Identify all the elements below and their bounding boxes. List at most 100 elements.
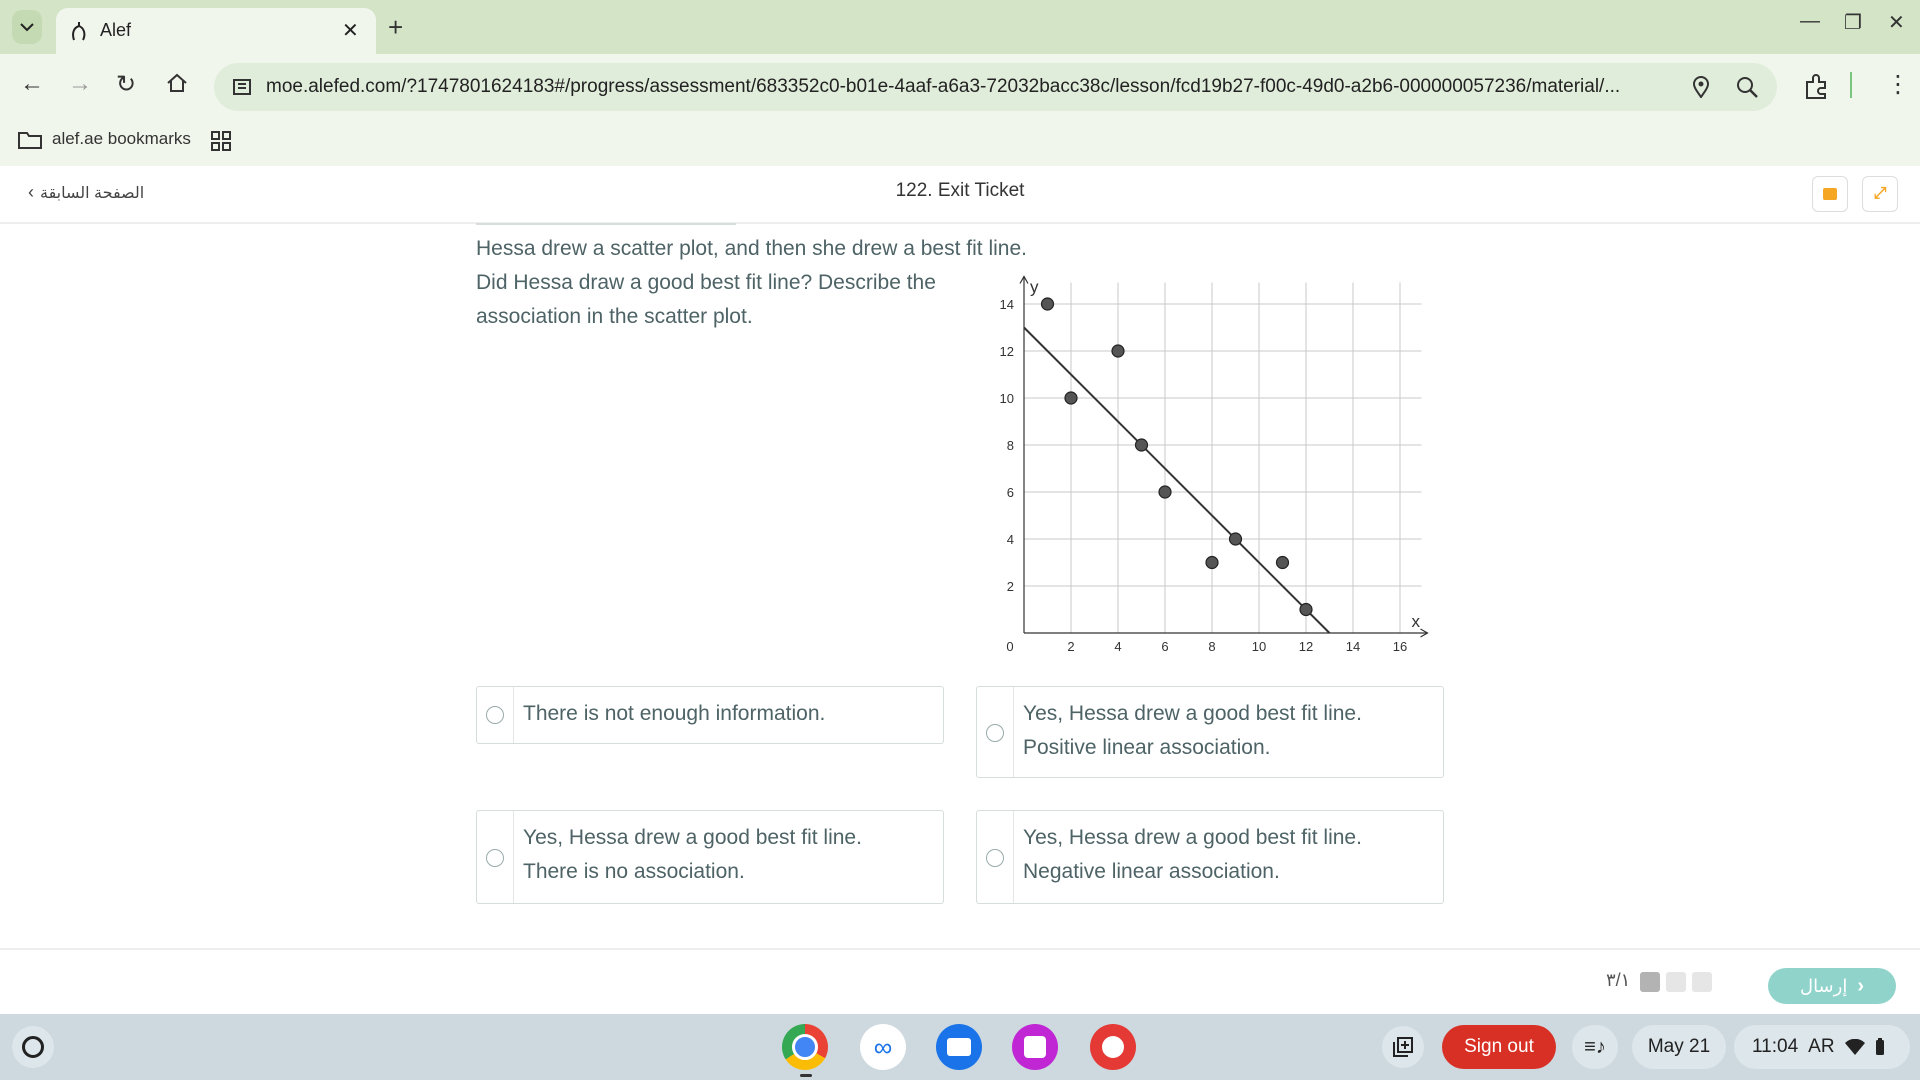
submit-button[interactable]: إرسال ›: [1768, 968, 1896, 1004]
address-bar[interactable]: moe.alefed.com/?1747801624183#/progress/…: [214, 63, 1777, 111]
option-radio-cell: [477, 687, 514, 743]
scrolled-text-remnant: [476, 222, 736, 226]
x-tick-label: 14: [1346, 639, 1360, 654]
link-app-icon[interactable]: ∞: [860, 1024, 906, 1070]
more-menu-icon[interactable]: ⋮: [1886, 70, 1910, 99]
option-radio-cell: [977, 811, 1014, 903]
x-tick-label: 4: [1114, 639, 1121, 654]
bookmarks-folder-label[interactable]: alef.ae bookmarks: [52, 129, 191, 149]
chrome-app-icon[interactable]: [782, 1024, 828, 1070]
submit-label: إرسال: [1799, 975, 1848, 996]
option-text-line-1: Yes, Hessa drew a good best fit line.: [1023, 702, 1362, 725]
scatter-point: [1158, 485, 1172, 499]
progress-label: ٣/١: [1606, 970, 1631, 990]
browser-tab[interactable]: Alef ✕: [56, 8, 376, 54]
y-axis-label: y: [1030, 278, 1039, 297]
fullscreen-button[interactable]: ⤢: [1862, 176, 1898, 212]
scatter-point: [1111, 344, 1125, 358]
canvas-app-icon[interactable]: [1090, 1024, 1136, 1070]
tab-title: Alef: [100, 20, 132, 40]
tab-search-button[interactable]: [12, 10, 42, 44]
answer-option-4[interactable]: Yes, Hessa drew a good best fit line. Ne…: [976, 810, 1444, 904]
option-text-line-2: Positive linear association.: [1023, 736, 1271, 759]
window-close-icon[interactable]: ✕: [1888, 10, 1905, 35]
best-fit-line: [1023, 326, 1331, 634]
x-tick-label: 8: [1208, 639, 1215, 654]
scatter-point: [1205, 555, 1219, 570]
back-arrow-icon[interactable]: ←: [20, 70, 44, 98]
option-radio[interactable]: [486, 706, 504, 724]
launcher-button[interactable]: [12, 1026, 54, 1068]
bookmarks-bar: alef.ae bookmarks: [0, 120, 1920, 167]
progress-step-3[interactable]: [1692, 972, 1712, 992]
site-info-icon[interactable]: [232, 77, 252, 102]
option-radio[interactable]: [986, 724, 1004, 742]
assessment-footer: ٣/١ إرسال ›: [0, 948, 1920, 1016]
battery-icon: [1875, 1038, 1884, 1055]
answer-option-3[interactable]: Yes, Hessa drew a good best fit line. Th…: [476, 810, 944, 904]
x-tick-label: 2: [1067, 639, 1074, 654]
option-text-line-1: Yes, Hessa drew a good best fit line.: [1023, 826, 1362, 849]
forward-arrow-icon[interactable]: →: [68, 70, 92, 98]
chevron-right-icon: ›: [1857, 974, 1864, 997]
extensions-icon[interactable]: [1804, 74, 1830, 105]
status-area[interactable]: 11:04 AR: [1734, 1025, 1910, 1069]
sign-out-button[interactable]: Sign out: [1442, 1025, 1556, 1069]
launcher-icon: [22, 1036, 44, 1058]
notes-icon: [1823, 188, 1837, 200]
ime-indicator: AR: [1808, 1036, 1835, 1057]
x-tick-label: 6: [1161, 639, 1168, 654]
y-tick-label: 10: [1000, 391, 1014, 406]
toolbar-divider: [1850, 72, 1852, 98]
option-radio-cell: [977, 687, 1014, 777]
clock-time: 11:04: [1752, 1036, 1799, 1057]
zoom-icon[interactable]: [1736, 76, 1758, 103]
active-app-indicator: [800, 1074, 812, 1077]
browser-toolbar: ← → ↻ moe.alefed.com/?1747801624183#/pro…: [0, 54, 1920, 120]
expand-icon: ⤢: [1873, 185, 1887, 202]
lesson-header: ‹ الصفحة السابقة 122. Exit Ticket ⤢: [0, 166, 1920, 224]
scatter-point: [1064, 391, 1078, 405]
browser-tabstrip: Alef ✕ + — ❐ ✕: [0, 0, 1920, 54]
x-axis-label: x: [1412, 612, 1421, 631]
alef-favicon-icon: [70, 20, 88, 47]
media-controls-button[interactable]: ≡♪: [1572, 1025, 1618, 1069]
option-radio[interactable]: [486, 849, 504, 867]
option-text-line-2: Negative linear association.: [1023, 860, 1280, 883]
option-text-line-2: There is no association.: [523, 860, 745, 883]
new-tab-button[interactable]: +: [388, 12, 403, 43]
files-app-icon[interactable]: [936, 1024, 982, 1070]
location-pin-icon[interactable]: [1692, 76, 1710, 103]
scatter-plot-chart: 2 4 6 8 10 12 14 16 2 4 6 8 10 12 14 0 x y: [1000, 275, 1429, 654]
notes-button[interactable]: [1812, 176, 1848, 212]
apps-grid-icon[interactable]: [210, 130, 232, 157]
reload-icon[interactable]: ↻: [116, 70, 136, 99]
answer-option-1[interactable]: There is not enough information.: [476, 686, 944, 744]
progress-step-2[interactable]: [1666, 972, 1686, 992]
home-icon[interactable]: [166, 72, 188, 100]
option-radio[interactable]: [986, 849, 1004, 867]
date-button[interactable]: May 21: [1632, 1025, 1726, 1069]
scatter-point: [1275, 555, 1290, 570]
scatter-point: [1299, 602, 1313, 617]
scatter-point: [1134, 438, 1149, 452]
x-tick-label: 12: [1299, 639, 1313, 654]
wifi-icon: [1844, 1039, 1865, 1055]
system-shelf: ∞ Sign out ≡♪ May 21 11:04 AR: [0, 1014, 1920, 1080]
scatter-point: [1228, 532, 1243, 546]
answer-option-2[interactable]: Yes, Hessa drew a good best fit line. Po…: [976, 686, 1444, 778]
gallery-app-icon[interactable]: [1012, 1024, 1058, 1070]
scatter-point: [1040, 297, 1055, 311]
bookmark-folder-icon: [18, 130, 42, 155]
y-tick-label: 6: [1007, 485, 1014, 500]
lesson-title: 122. Exit Ticket: [895, 180, 1025, 201]
question-line-1: Hessa drew a scatter plot, and then she …: [476, 237, 1027, 260]
origin-label: 0: [1006, 639, 1013, 654]
progress-step-1[interactable]: [1640, 972, 1660, 992]
tab-close-icon[interactable]: ✕: [342, 18, 359, 43]
minimize-icon[interactable]: —: [1800, 10, 1820, 33]
screen-capture-button[interactable]: [1382, 1026, 1424, 1068]
restore-icon[interactable]: ❐: [1844, 10, 1862, 35]
url-text: moe.alefed.com/?1747801624183#/progress/…: [266, 76, 1621, 97]
y-tick-label: 8: [1007, 438, 1014, 453]
